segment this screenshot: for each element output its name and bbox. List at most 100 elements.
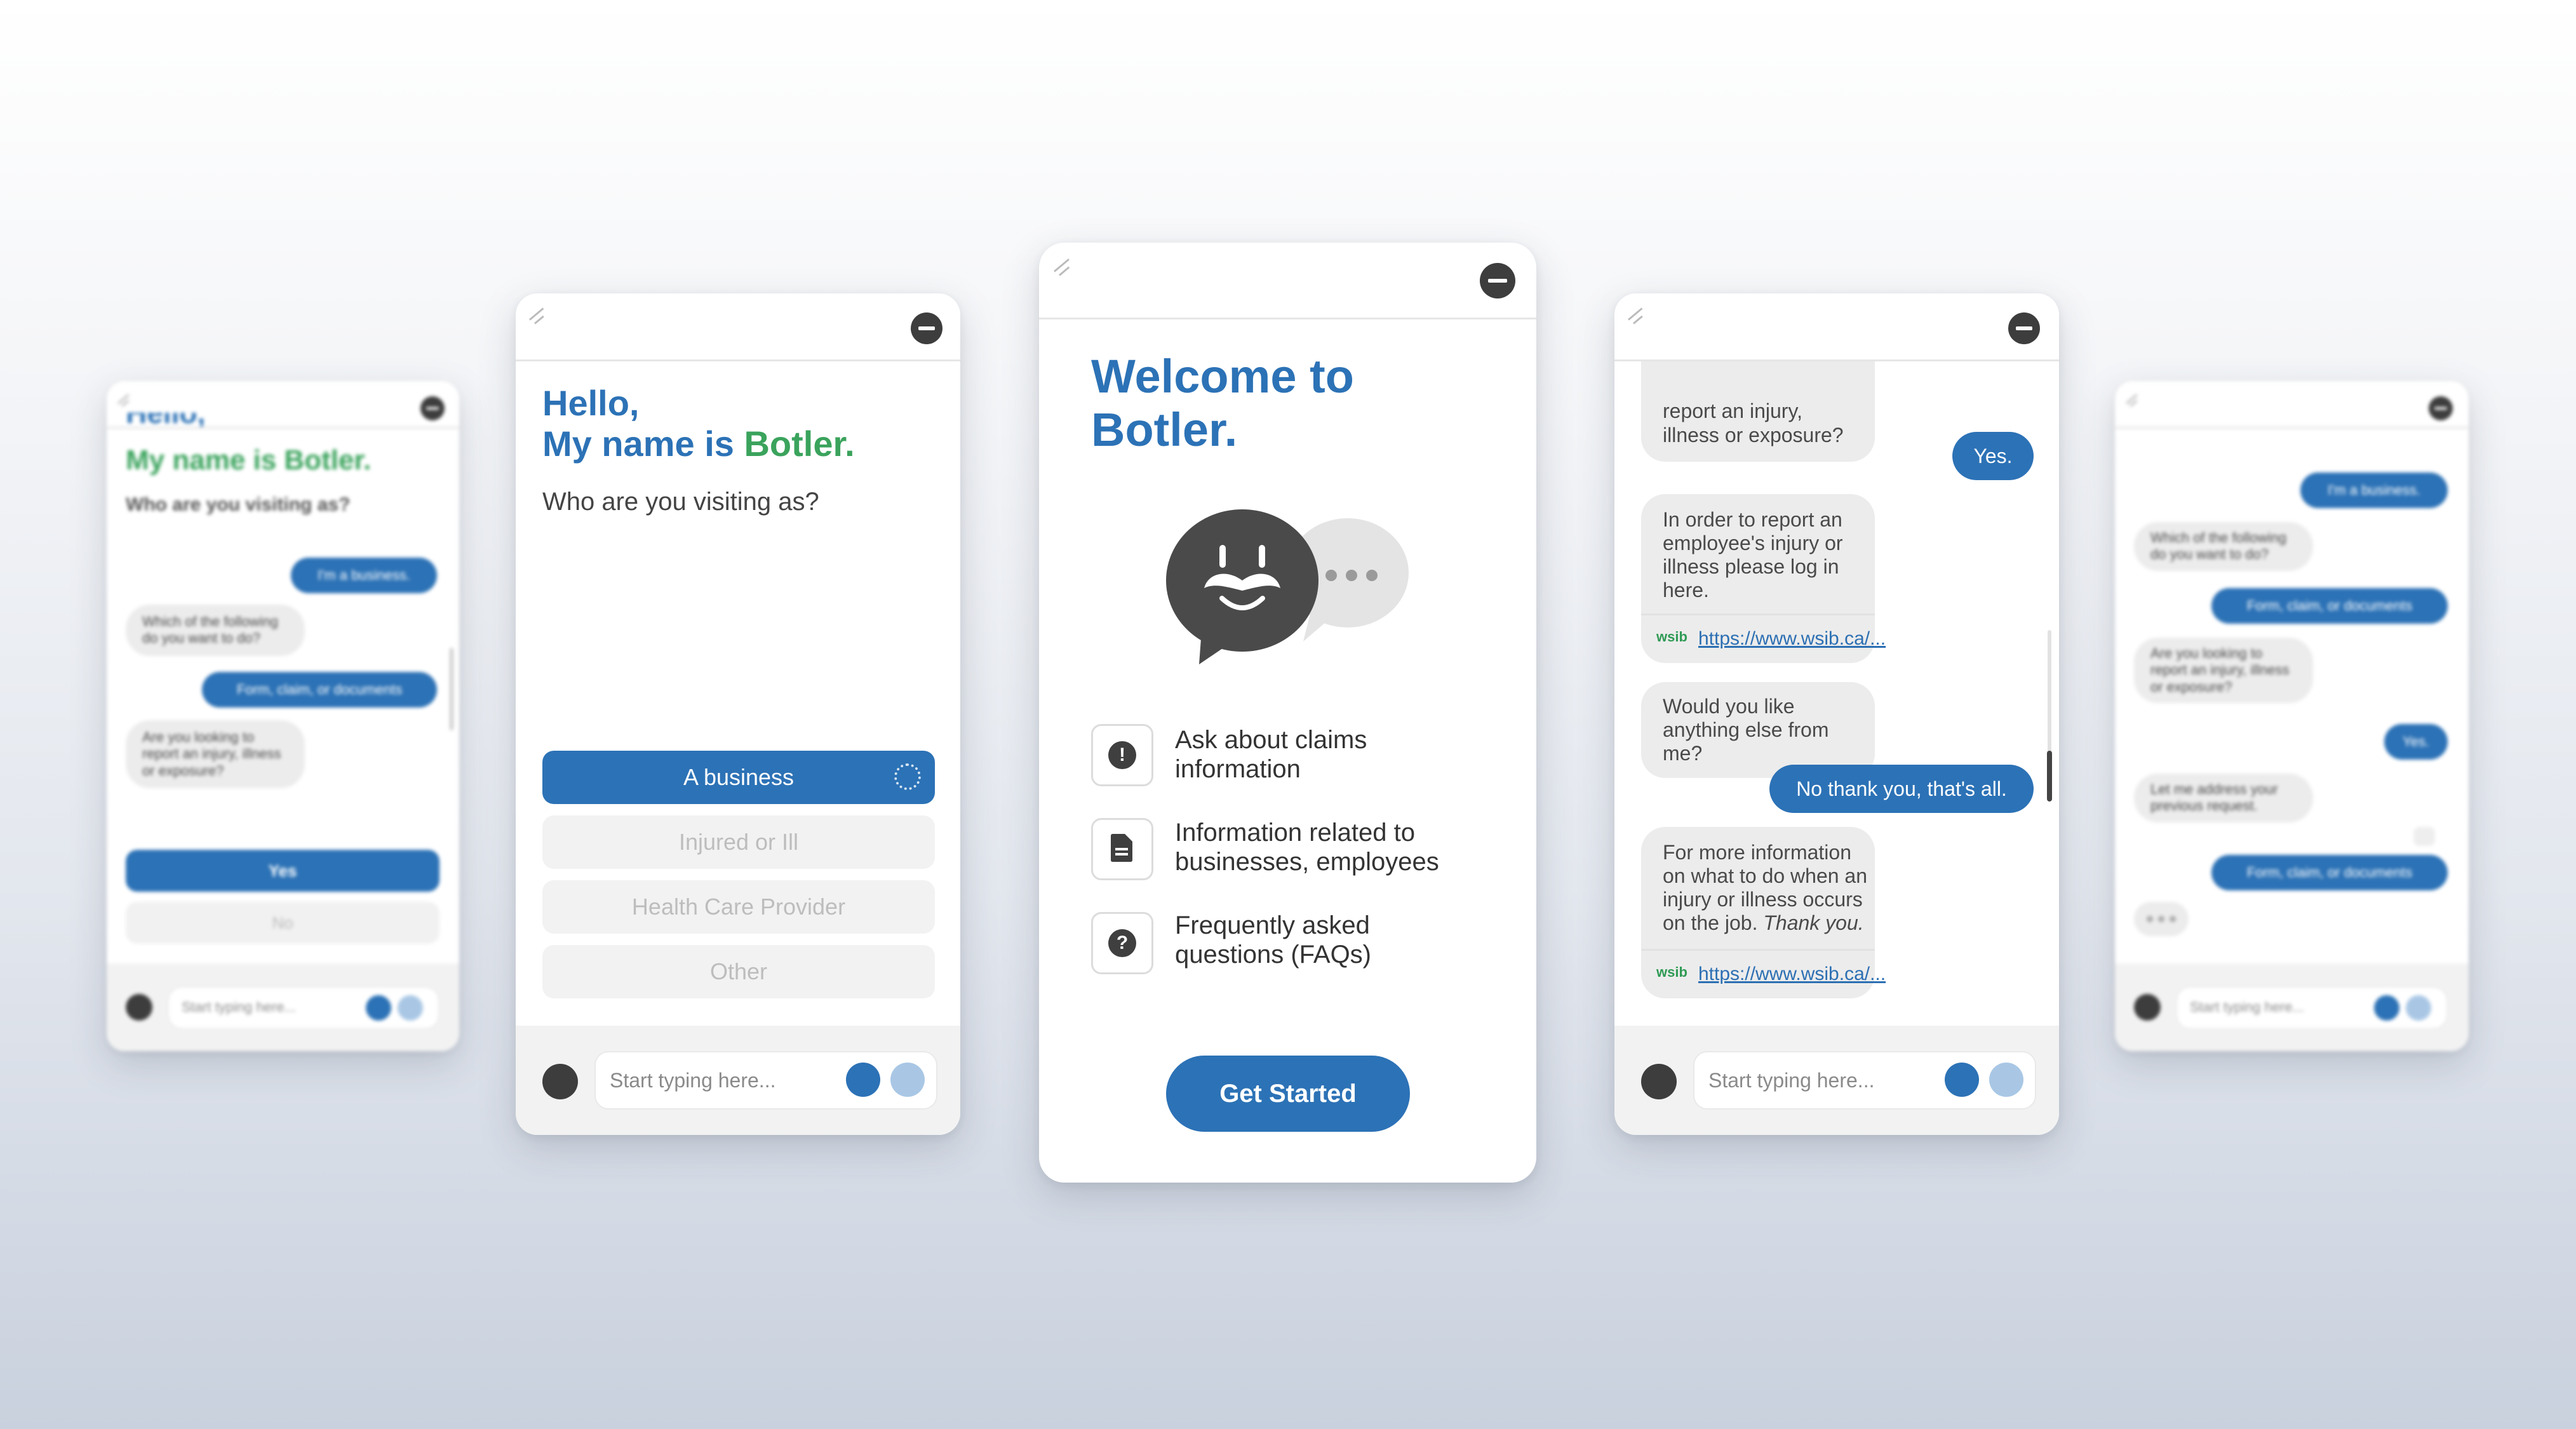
minus-circle-icon[interactable] <box>420 396 445 420</box>
feature-text: Ask about claims information <box>1175 726 1367 783</box>
resize-grip-icon[interactable] <box>528 307 547 325</box>
option-label: A business <box>683 764 795 790</box>
user-message: Yes. <box>1952 432 2034 480</box>
feature-text: Information related to businesses, emplo… <box>1175 819 1439 876</box>
option-other-button[interactable]: Other <box>542 945 935 998</box>
microphone-icon[interactable] <box>846 1063 880 1097</box>
feature-icon-box: ! <box>1091 724 1153 786</box>
name-prefix: My name is <box>542 424 744 464</box>
option-no-button[interactable]: No <box>126 902 439 944</box>
input-placeholder: Start typing here... <box>1708 1069 1875 1092</box>
greeting-cut-heading: Hello, <box>126 413 205 427</box>
visiting-question: Who are you visiting as? <box>542 488 819 516</box>
option-business-button[interactable]: A business <box>542 751 935 804</box>
input-placeholder: Start typing here... <box>2190 999 2304 1015</box>
chat-window-screen-5: I'm a business. Which of the following d… <box>2115 381 2469 1051</box>
send-arrow-icon[interactable] <box>398 995 423 1021</box>
greeting-name: My name is Botler. <box>126 445 372 476</box>
option-injured-button[interactable]: Injured or Ill <box>542 815 935 869</box>
user-message: I'm a business. <box>2300 473 2448 508</box>
message-input[interactable]: Start typing here... <box>2176 986 2448 1030</box>
option-healthcare-button[interactable]: Health Care Provider <box>542 880 935 934</box>
undo-small-icon[interactable] <box>2413 827 2435 846</box>
divider <box>1641 614 1875 615</box>
send-arrow-icon[interactable] <box>890 1063 925 1097</box>
minus-circle-icon[interactable] <box>2008 312 2040 344</box>
scrollbar-thumb[interactable] <box>2047 751 2052 802</box>
window-header <box>1039 243 1536 319</box>
microphone-icon[interactable] <box>2374 995 2399 1021</box>
user-message: No thank you, that's all. <box>1769 765 2034 813</box>
chat-window-screen-4: report an injury, illness or exposure? Y… <box>1614 293 2059 1135</box>
user-message: Form, claim, or documents <box>2211 855 2448 890</box>
wsib-logo: wsib <box>1656 964 1687 980</box>
bot-name: Botler. <box>744 424 855 464</box>
visiting-question: Who are you visiting as? <box>126 494 351 515</box>
message-input[interactable]: Start typing here... <box>1693 1051 2036 1110</box>
minus-circle-icon[interactable] <box>1480 263 1515 299</box>
scrollbar[interactable] <box>450 648 453 730</box>
send-arrow-icon[interactable] <box>2406 995 2431 1021</box>
wsib-link[interactable]: https://www.wsib.ca/... <box>1698 627 1886 650</box>
microphone-icon[interactable] <box>366 995 391 1021</box>
divider <box>1641 949 1875 951</box>
input-bar: Start typing here... <box>107 963 459 1051</box>
welcome-title-line2: Botler. <box>1091 403 1238 456</box>
input-placeholder: Start typing here... <box>182 999 296 1015</box>
botler-mustache-face-icon <box>1166 509 1409 664</box>
message-input[interactable]: Start typing here... <box>168 986 439 1030</box>
undo-icon[interactable] <box>542 1064 578 1099</box>
message-input[interactable]: Start typing here... <box>594 1051 937 1110</box>
bot-message: Would you like anything else from me? <box>1641 682 1875 778</box>
minus-circle-icon[interactable] <box>2429 396 2453 420</box>
get-started-button[interactable]: Get Started <box>1166 1056 1410 1132</box>
resize-grip-icon[interactable] <box>117 392 136 408</box>
undo-icon[interactable] <box>126 994 152 1021</box>
chat-window-screen-2: Hello, My name is Botler. Who are you vi… <box>516 293 960 1135</box>
user-message: Form, claim, or documents <box>2211 588 2448 624</box>
resize-grip-icon[interactable] <box>2125 392 2144 408</box>
welcome-title-line1: Welcome to <box>1091 350 1354 403</box>
exclamation-icon: ! <box>1108 741 1136 769</box>
input-bar: Start typing here... <box>516 1026 960 1135</box>
wsib-link[interactable]: https://www.wsib.ca/... <box>1698 963 1886 986</box>
bot-info-text: For more information on what to do when … <box>1663 841 1872 935</box>
bot-login-text: In order to report an employee's injury … <box>1663 508 1843 601</box>
bot-message-with-link: For more information on what to do when … <box>1641 827 1886 998</box>
bot-message: Let me address your previous request. <box>2134 774 2313 822</box>
input-placeholder: Start typing here... <box>610 1069 776 1092</box>
chat-window-welcome: Welcome to Botler. ! Ask about claims in… <box>1039 243 1536 1183</box>
minus-circle-icon[interactable] <box>911 312 943 344</box>
microphone-icon[interactable] <box>1945 1063 1979 1097</box>
option-yes-button[interactable]: Yes <box>126 850 439 892</box>
resize-grip-icon[interactable] <box>1053 258 1072 276</box>
typing-indicator-icon <box>2134 902 2189 936</box>
greeting-name-line: My name is Botler. <box>542 423 855 464</box>
document-icon <box>1111 834 1132 862</box>
send-arrow-icon[interactable] <box>1989 1063 2023 1097</box>
resize-grip-icon[interactable] <box>1627 307 1646 325</box>
chat-window-screen-1: Hello, My name is Botler. Who are you vi… <box>107 381 459 1051</box>
question-icon: ? <box>1108 929 1136 957</box>
bot-message: Which of the following do you want to do… <box>2134 522 2313 571</box>
bot-message: Are you looking to report an injury, ill… <box>2134 638 2313 704</box>
user-message: Yes. <box>2384 724 2448 760</box>
window-header <box>1614 293 2059 361</box>
undo-icon[interactable] <box>2134 994 2161 1021</box>
greeting-hello: Hello, <box>542 383 640 423</box>
window-header <box>516 293 960 361</box>
feature-icon-box: ? <box>1091 912 1153 974</box>
bot-message: Are you looking to report an injury, ill… <box>126 720 305 789</box>
feature-text: Frequently asked questions (FAQs) <box>1175 911 1372 969</box>
loading-spinner-icon <box>894 763 921 790</box>
user-message: Form, claim, or documents <box>202 672 437 708</box>
wsib-logo: wsib <box>1656 629 1687 645</box>
input-bar: Start typing here... <box>1614 1026 2059 1135</box>
undo-icon[interactable] <box>1641 1064 1677 1099</box>
window-header <box>2115 381 2469 429</box>
bot-message-with-link: In order to report an employee's injury … <box>1641 494 1886 663</box>
feature-icon-box <box>1091 818 1153 880</box>
bot-info-thanks: Thank you. <box>1763 911 1864 934</box>
user-message: I'm a business. <box>291 558 437 593</box>
input-bar: Start typing here... <box>2115 963 2469 1051</box>
